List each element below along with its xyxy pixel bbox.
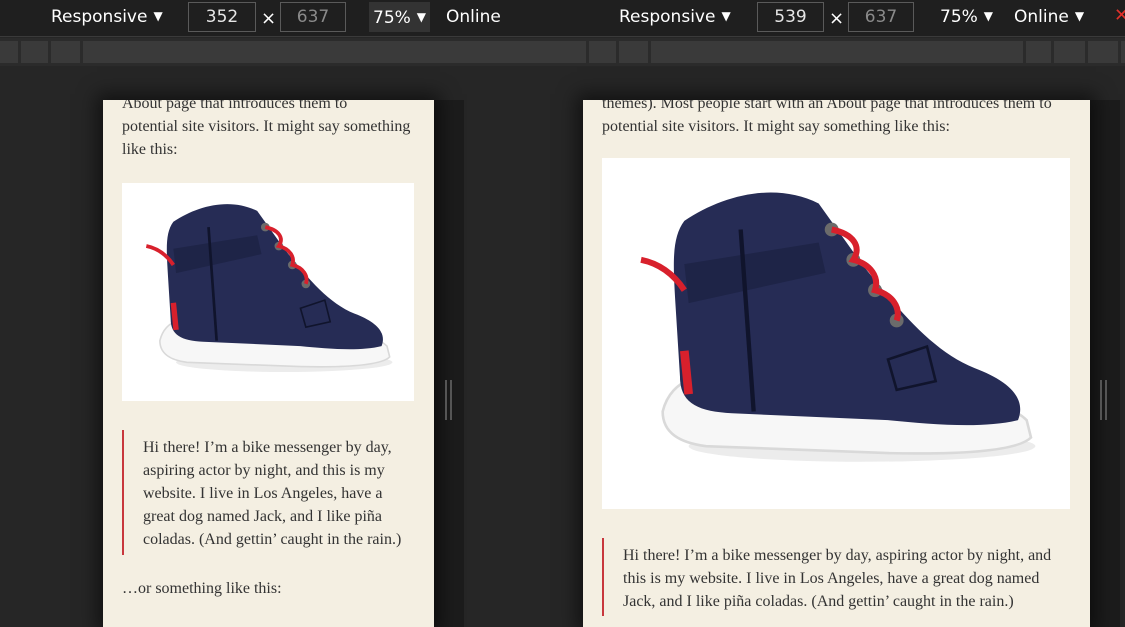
right-device-select[interactable]: Responsive ▼ (619, 7, 731, 27)
ruler-segment[interactable] (1026, 41, 1051, 63)
right-throttle-label: Online (1014, 7, 1069, 27)
right-resize-handle[interactable] (1100, 380, 1108, 420)
times-icon: × (829, 8, 845, 29)
ruler-segment[interactable] (1121, 41, 1125, 63)
text-line: great dog named Jack, and I like piña (143, 508, 383, 525)
left-resize-handle[interactable] (445, 380, 453, 420)
text-line: themes). Most people start with an About… (602, 100, 1052, 112)
text-line: aspiring actor by night, and this is my (143, 462, 385, 479)
left-throttle-label: Online (446, 7, 501, 27)
shoe-image (122, 183, 414, 401)
shoe-image (602, 158, 1070, 509)
intro-paragraph: About page that introduces them to poten… (122, 100, 427, 161)
shoe-illustration (640, 192, 1036, 462)
viewport-gutter (1090, 100, 1120, 627)
ruler-segment[interactable] (589, 41, 616, 63)
left-device-label: Responsive (51, 7, 148, 27)
text-line: coladas. (And gettin’ caught in the rain… (143, 531, 402, 548)
chevron-down-icon: ▼ (983, 9, 994, 23)
text-line: like this: (122, 141, 178, 158)
shoe-illustration (145, 204, 393, 373)
ruler-segment[interactable] (651, 41, 1023, 63)
device-toolbar: Responsive ▼ 352 × 637 75% ▼ Online Respon… (0, 0, 1125, 37)
right-zoom-select[interactable]: 75% ▼ (940, 7, 993, 27)
blockquote: Hi there! I’m a bike messenger by day, a… (122, 430, 422, 555)
text-line: this is my website. I live in Los Angele… (623, 570, 1040, 587)
ruler-segment[interactable] (51, 41, 80, 63)
ruler-segment[interactable] (1088, 41, 1118, 63)
ruler-segment[interactable] (83, 41, 586, 63)
right-height-input[interactable]: 637 (848, 2, 914, 32)
quote-text: Hi there! I’m a bike messenger by day, a… (623, 544, 1072, 613)
chevron-down-icon: ▼ (416, 10, 427, 24)
right-throttle-select[interactable]: Online ▼ (1014, 7, 1084, 27)
left-throttle-select[interactable]: Online (446, 7, 501, 27)
left-width-input[interactable]: 352 (188, 2, 256, 32)
left-viewport: About page that introduces them to poten… (103, 100, 434, 627)
chevron-down-icon: ▼ (153, 9, 163, 23)
ruler-segment[interactable] (619, 41, 648, 63)
text-line: website. I live in Los Angeles, have a (143, 485, 383, 502)
media-query-bar (0, 38, 1125, 66)
left-device-select[interactable]: Responsive ▼ (51, 7, 163, 27)
right-width-input[interactable]: 539 (757, 2, 824, 32)
blockquote: Hi there! I’m a bike messenger by day, a… (602, 538, 1072, 616)
right-device-label: Responsive (619, 7, 716, 27)
close-icon[interactable]: ✕ (1114, 5, 1125, 26)
chevron-down-icon: ▼ (1074, 9, 1085, 23)
text-line: Jack, and I like piña coladas. (And gett… (623, 593, 1014, 610)
text-line: potential site visitors. It might say so… (122, 118, 411, 135)
chevron-down-icon: ▼ (721, 9, 731, 23)
intro-paragraph: themes). Most people start with an About… (602, 100, 1082, 138)
text-line: Hi there! I’m a bike messenger by day, (143, 439, 392, 456)
times-icon: × (261, 8, 277, 29)
outro-paragraph: …or something like this: (122, 580, 282, 597)
text-line: potential site visitors. It might say so… (602, 118, 950, 135)
text-line: About page that introduces them to (122, 100, 348, 112)
viewport-gutter (434, 100, 464, 627)
left-zoom-select[interactable]: 75% ▼ (369, 2, 431, 32)
left-zoom-label: 75% (373, 8, 411, 28)
ruler-segment[interactable] (1054, 41, 1085, 63)
ruler-segment[interactable] (0, 41, 18, 63)
right-viewport: themes). Most people start with an About… (583, 100, 1090, 627)
right-zoom-label: 75% (940, 7, 978, 27)
ruler-segment[interactable] (21, 41, 48, 63)
left-height-input[interactable]: 637 (280, 2, 346, 32)
quote-text: Hi there! I’m a bike messenger by day, a… (143, 436, 422, 551)
text-line: Hi there! I’m a bike messenger by day, a… (623, 547, 1052, 564)
